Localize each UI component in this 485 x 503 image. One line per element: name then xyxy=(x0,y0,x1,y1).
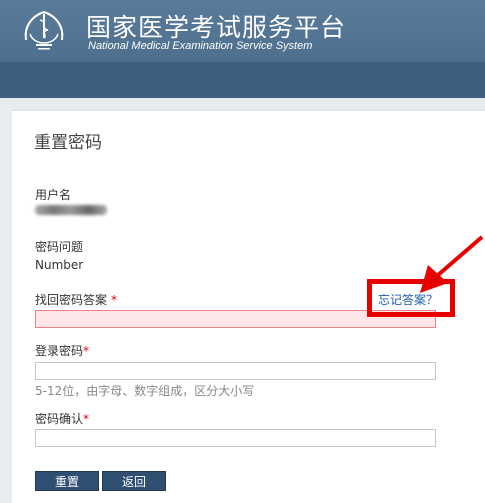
ministry-logo-icon xyxy=(24,11,64,50)
required-mark: * xyxy=(83,412,90,426)
password-label: 登录密码* xyxy=(35,342,89,359)
confirm-password-label: 密码确认* xyxy=(35,410,89,427)
password-label-text: 登录密码 xyxy=(35,344,84,358)
annotation-arrow-icon xyxy=(420,235,484,293)
confirm-label-text: 密码确认 xyxy=(35,412,84,426)
answer-label-text: 找回密码答案 xyxy=(35,293,108,307)
security-question-value: Number xyxy=(35,258,84,272)
answer-label: 找回密码答案 * xyxy=(35,291,117,308)
security-question-label: 密码问题 xyxy=(35,240,84,254)
site-header: 国家医学考试服务平台 National Medical Examination … xyxy=(0,0,485,98)
password-input[interactable] xyxy=(35,362,436,380)
site-subtitle: National Medical Examination Service Sys… xyxy=(88,40,313,52)
required-mark: * xyxy=(83,344,90,358)
password-hint: 5-12位，由字母、数字组成，区分大小写 xyxy=(35,384,255,398)
reset-button[interactable]: 重置 xyxy=(35,471,99,491)
username-label: 用户名 xyxy=(35,188,72,202)
required-mark: * xyxy=(111,293,118,307)
site-title: 国家医学考试服务平台 xyxy=(86,13,347,42)
username-value-blurred xyxy=(35,205,107,215)
page-title: 重置密码 xyxy=(34,133,102,153)
header-band xyxy=(0,62,485,98)
back-button[interactable]: 返回 xyxy=(102,471,166,491)
confirm-password-input[interactable] xyxy=(35,429,436,447)
